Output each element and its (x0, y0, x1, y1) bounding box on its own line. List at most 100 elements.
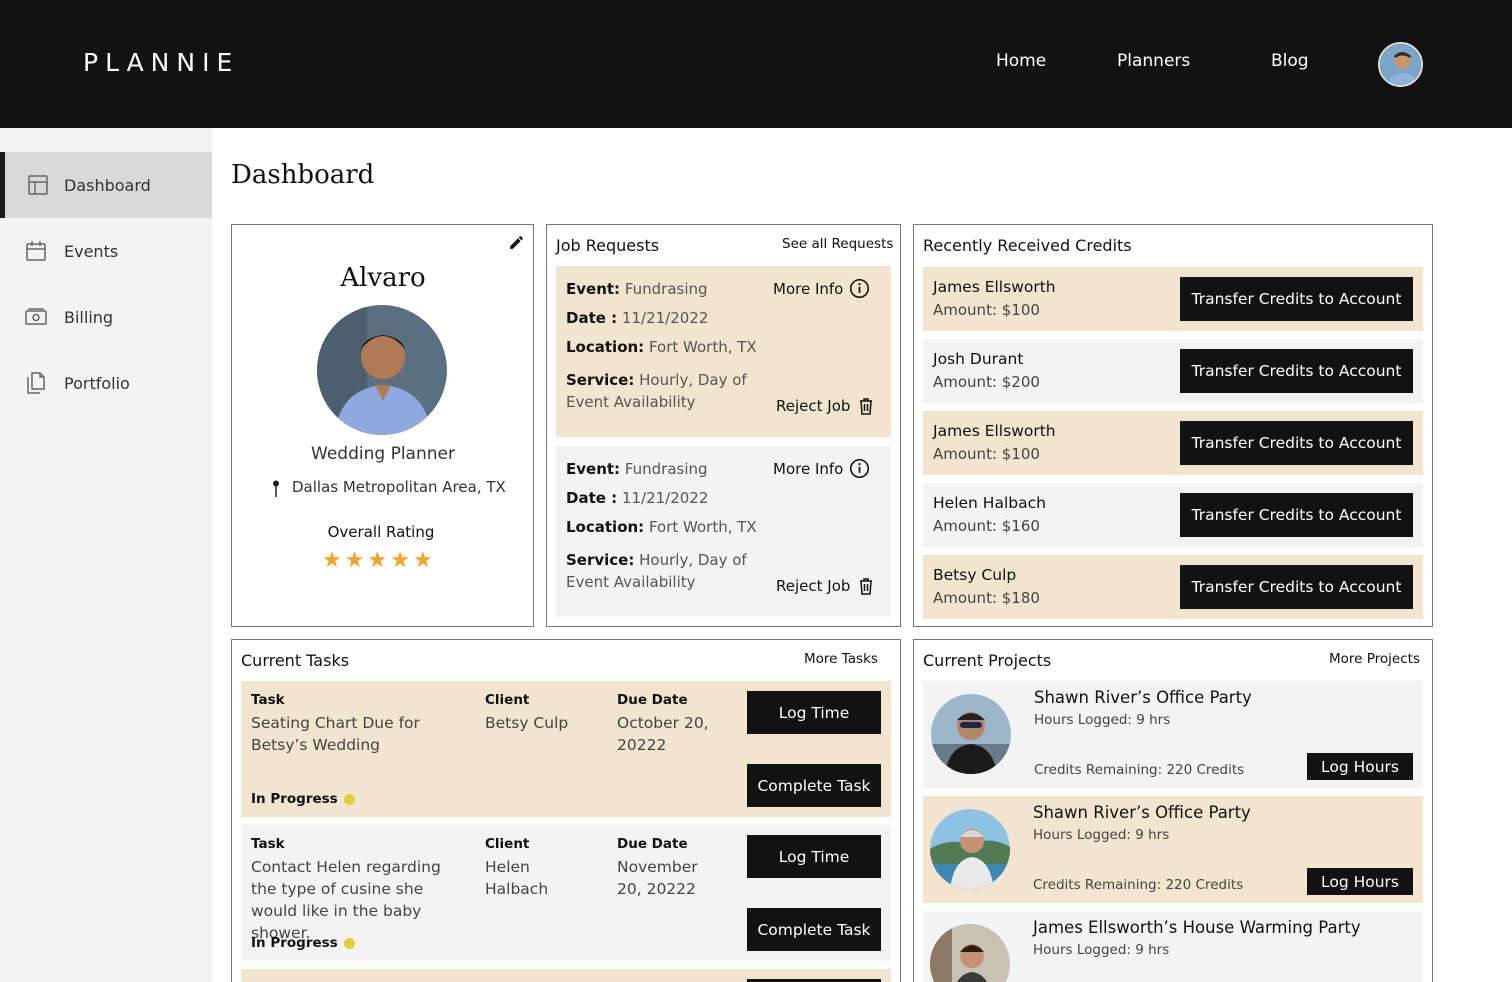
sidebar-item-events[interactable]: Events (0, 218, 212, 284)
projects-title: Current Projects (923, 651, 1052, 670)
job-service: Service: Hourly, Day of Event Availabili… (566, 371, 747, 411)
sidebar-item-portfolio[interactable]: Portfolio (0, 350, 212, 416)
user-avatar[interactable] (1378, 42, 1423, 87)
page-title: Dashboard (231, 160, 375, 190)
credit-sender: James Ellsworth (933, 422, 1056, 440)
status-dot-icon (343, 937, 355, 949)
reject-job-button[interactable]: Reject Job (776, 577, 874, 595)
star-icon: ★ (390, 548, 410, 573)
location-pin-icon (273, 480, 279, 497)
more-projects-link[interactable]: More Projects (1329, 651, 1420, 667)
project-client-photo (930, 924, 1010, 982)
job-date: Date : 11/21/2022 (566, 309, 709, 327)
nav-planners-link[interactable]: Planners (1117, 51, 1190, 71)
job-location: Location: Fort Worth, TX (566, 518, 757, 536)
edit-pencil-icon[interactable] (508, 234, 525, 251)
task-client: Helen Halbach (485, 858, 549, 898)
reject-job-button[interactable]: Reject Job (776, 397, 874, 415)
task-card (241, 969, 891, 982)
task-card: Task Client Due Date Seating Chart Due f… (241, 681, 891, 817)
project-hours: Hours Logged: 9 hrs (1033, 827, 1170, 843)
task-card: Task Client Due Date Contact Helen regar… (241, 825, 891, 961)
task-due-date: October 20, 20222 (617, 714, 709, 754)
log-time-button[interactable]: Log Time (747, 691, 881, 734)
trash-icon (860, 398, 873, 415)
sidebar-item-dashboard[interactable]: Dashboard (0, 152, 212, 218)
credit-row: Josh Durant Amount: $200 Transfer Credit… (923, 339, 1423, 403)
rating-label: Overall Rating (327, 523, 435, 541)
brand-logo[interactable]: PLANNIE (83, 48, 239, 77)
task-client: Betsy Culp (485, 714, 569, 732)
credit-row: James Ellsworth Amount: $100 Transfer Cr… (923, 267, 1423, 331)
top-navigation-bar: PLANNIE Home Planners Blog (0, 0, 1512, 128)
credit-row: Helen Halbach Amount: $160 Transfer Cred… (923, 483, 1423, 547)
credit-row: Betsy Culp Amount: $180 Transfer Credits… (923, 555, 1423, 619)
profile-location: Dallas Metropolitan Area, TX (273, 478, 506, 497)
credits-title: Recently Received Credits (923, 236, 1132, 255)
project-credits: Credits Remaining: 220 Credits (1034, 762, 1245, 778)
job-event: Event: Fundrasing (566, 460, 708, 478)
task-due-date: November 20, 20222 (617, 858, 698, 898)
task-status: In Progress (251, 935, 355, 951)
cash-icon (25, 308, 47, 325)
credit-amount: Amount: $160 (933, 517, 1040, 535)
client-header: Client (485, 692, 530, 708)
status-dot-icon (343, 793, 355, 805)
project-credits: Credits Remaining: 220 Credits (1033, 877, 1244, 893)
complete-task-button[interactable]: Complete Task (747, 764, 881, 807)
job-requests-panel: Job Requests See all Requests Event: Fun… (546, 224, 901, 627)
nav-blog-link[interactable]: Blog (1271, 51, 1309, 71)
task-status: In Progress (251, 791, 355, 807)
layout-icon (28, 175, 48, 195)
transfer-credits-button[interactable]: Transfer Credits to Account (1180, 277, 1413, 321)
sidebar: Dashboard Events Billing Portfolio (0, 128, 212, 982)
log-hours-button[interactable]: Log Hours (1307, 753, 1413, 780)
sidebar-item-label: Events (64, 241, 119, 261)
location-text: Dallas Metropolitan Area, TX (292, 478, 506, 496)
project-title: Shawn River’s Office Party (1034, 688, 1252, 707)
project-card: Shawn River’s Office Party Hours Logged:… (923, 796, 1423, 903)
project-title: James Ellsworth’s House Warming Party (1033, 918, 1361, 937)
sidebar-item-billing[interactable]: Billing (0, 284, 212, 350)
job-requests-title: Job Requests (556, 236, 660, 255)
transfer-credits-button[interactable]: Transfer Credits to Account (1180, 493, 1413, 537)
nav-home-link[interactable]: Home (996, 51, 1046, 71)
star-icon: ★ (412, 548, 433, 573)
current-projects-panel: Current Projects More Projects Shawn Riv… (913, 639, 1433, 982)
see-all-requests-link[interactable]: See all Requests (782, 236, 893, 252)
task-header: Task (251, 836, 285, 852)
task-description: Seating Chart Due for Betsy’s Wedding (251, 714, 420, 754)
info-icon (850, 458, 870, 479)
received-credits-panel: Recently Received Credits James Ellswort… (913, 224, 1433, 627)
calendar-icon (26, 241, 46, 261)
due-date-header: Due Date (617, 692, 688, 708)
more-tasks-link[interactable]: More Tasks (804, 651, 878, 667)
job-service: Service: Hourly, Day of Event Availabili… (566, 551, 747, 591)
credit-row: James Ellsworth Amount: $100 Transfer Cr… (923, 411, 1423, 475)
transfer-credits-button[interactable]: Transfer Credits to Account (1180, 349, 1413, 393)
credit-amount: Amount: $100 (933, 445, 1040, 463)
transfer-credits-button[interactable]: Transfer Credits to Account (1180, 565, 1413, 609)
more-info-button[interactable]: More Info (773, 278, 870, 299)
task-header: Task (251, 692, 285, 708)
job-request-card: Event: Fundrasing Date : 11/21/2022 Loca… (556, 266, 891, 437)
transfer-credits-button[interactable]: Transfer Credits to Account (1180, 421, 1413, 465)
project-hours: Hours Logged: 9 hrs (1033, 942, 1170, 958)
star-icon: ★ (322, 548, 342, 573)
star-icon: ★ (367, 548, 388, 573)
profile-card: Alvaro Wedding Planner Dallas Metropolit… (231, 224, 534, 627)
project-card: James Ellsworth’s House Warming Party Ho… (923, 911, 1423, 982)
log-time-button[interactable]: Log Time (747, 835, 881, 878)
project-client-photo (930, 809, 1010, 889)
log-hours-button[interactable]: Log Hours (1307, 868, 1413, 895)
client-header: Client (485, 836, 530, 852)
more-info-button[interactable]: More Info (773, 458, 870, 479)
sidebar-item-label: Dashboard (64, 175, 151, 195)
project-title: Shawn River’s Office Party (1033, 803, 1251, 822)
rating-stars: ★ ★ ★ ★ ★ (322, 550, 433, 572)
job-event: Event: Fundrasing (566, 280, 708, 298)
job-date: Date : 11/21/2022 (566, 489, 709, 507)
sidebar-item-label: Portfolio (64, 373, 130, 393)
complete-task-button[interactable]: Complete Task (747, 908, 881, 951)
project-client-photo (931, 694, 1011, 774)
